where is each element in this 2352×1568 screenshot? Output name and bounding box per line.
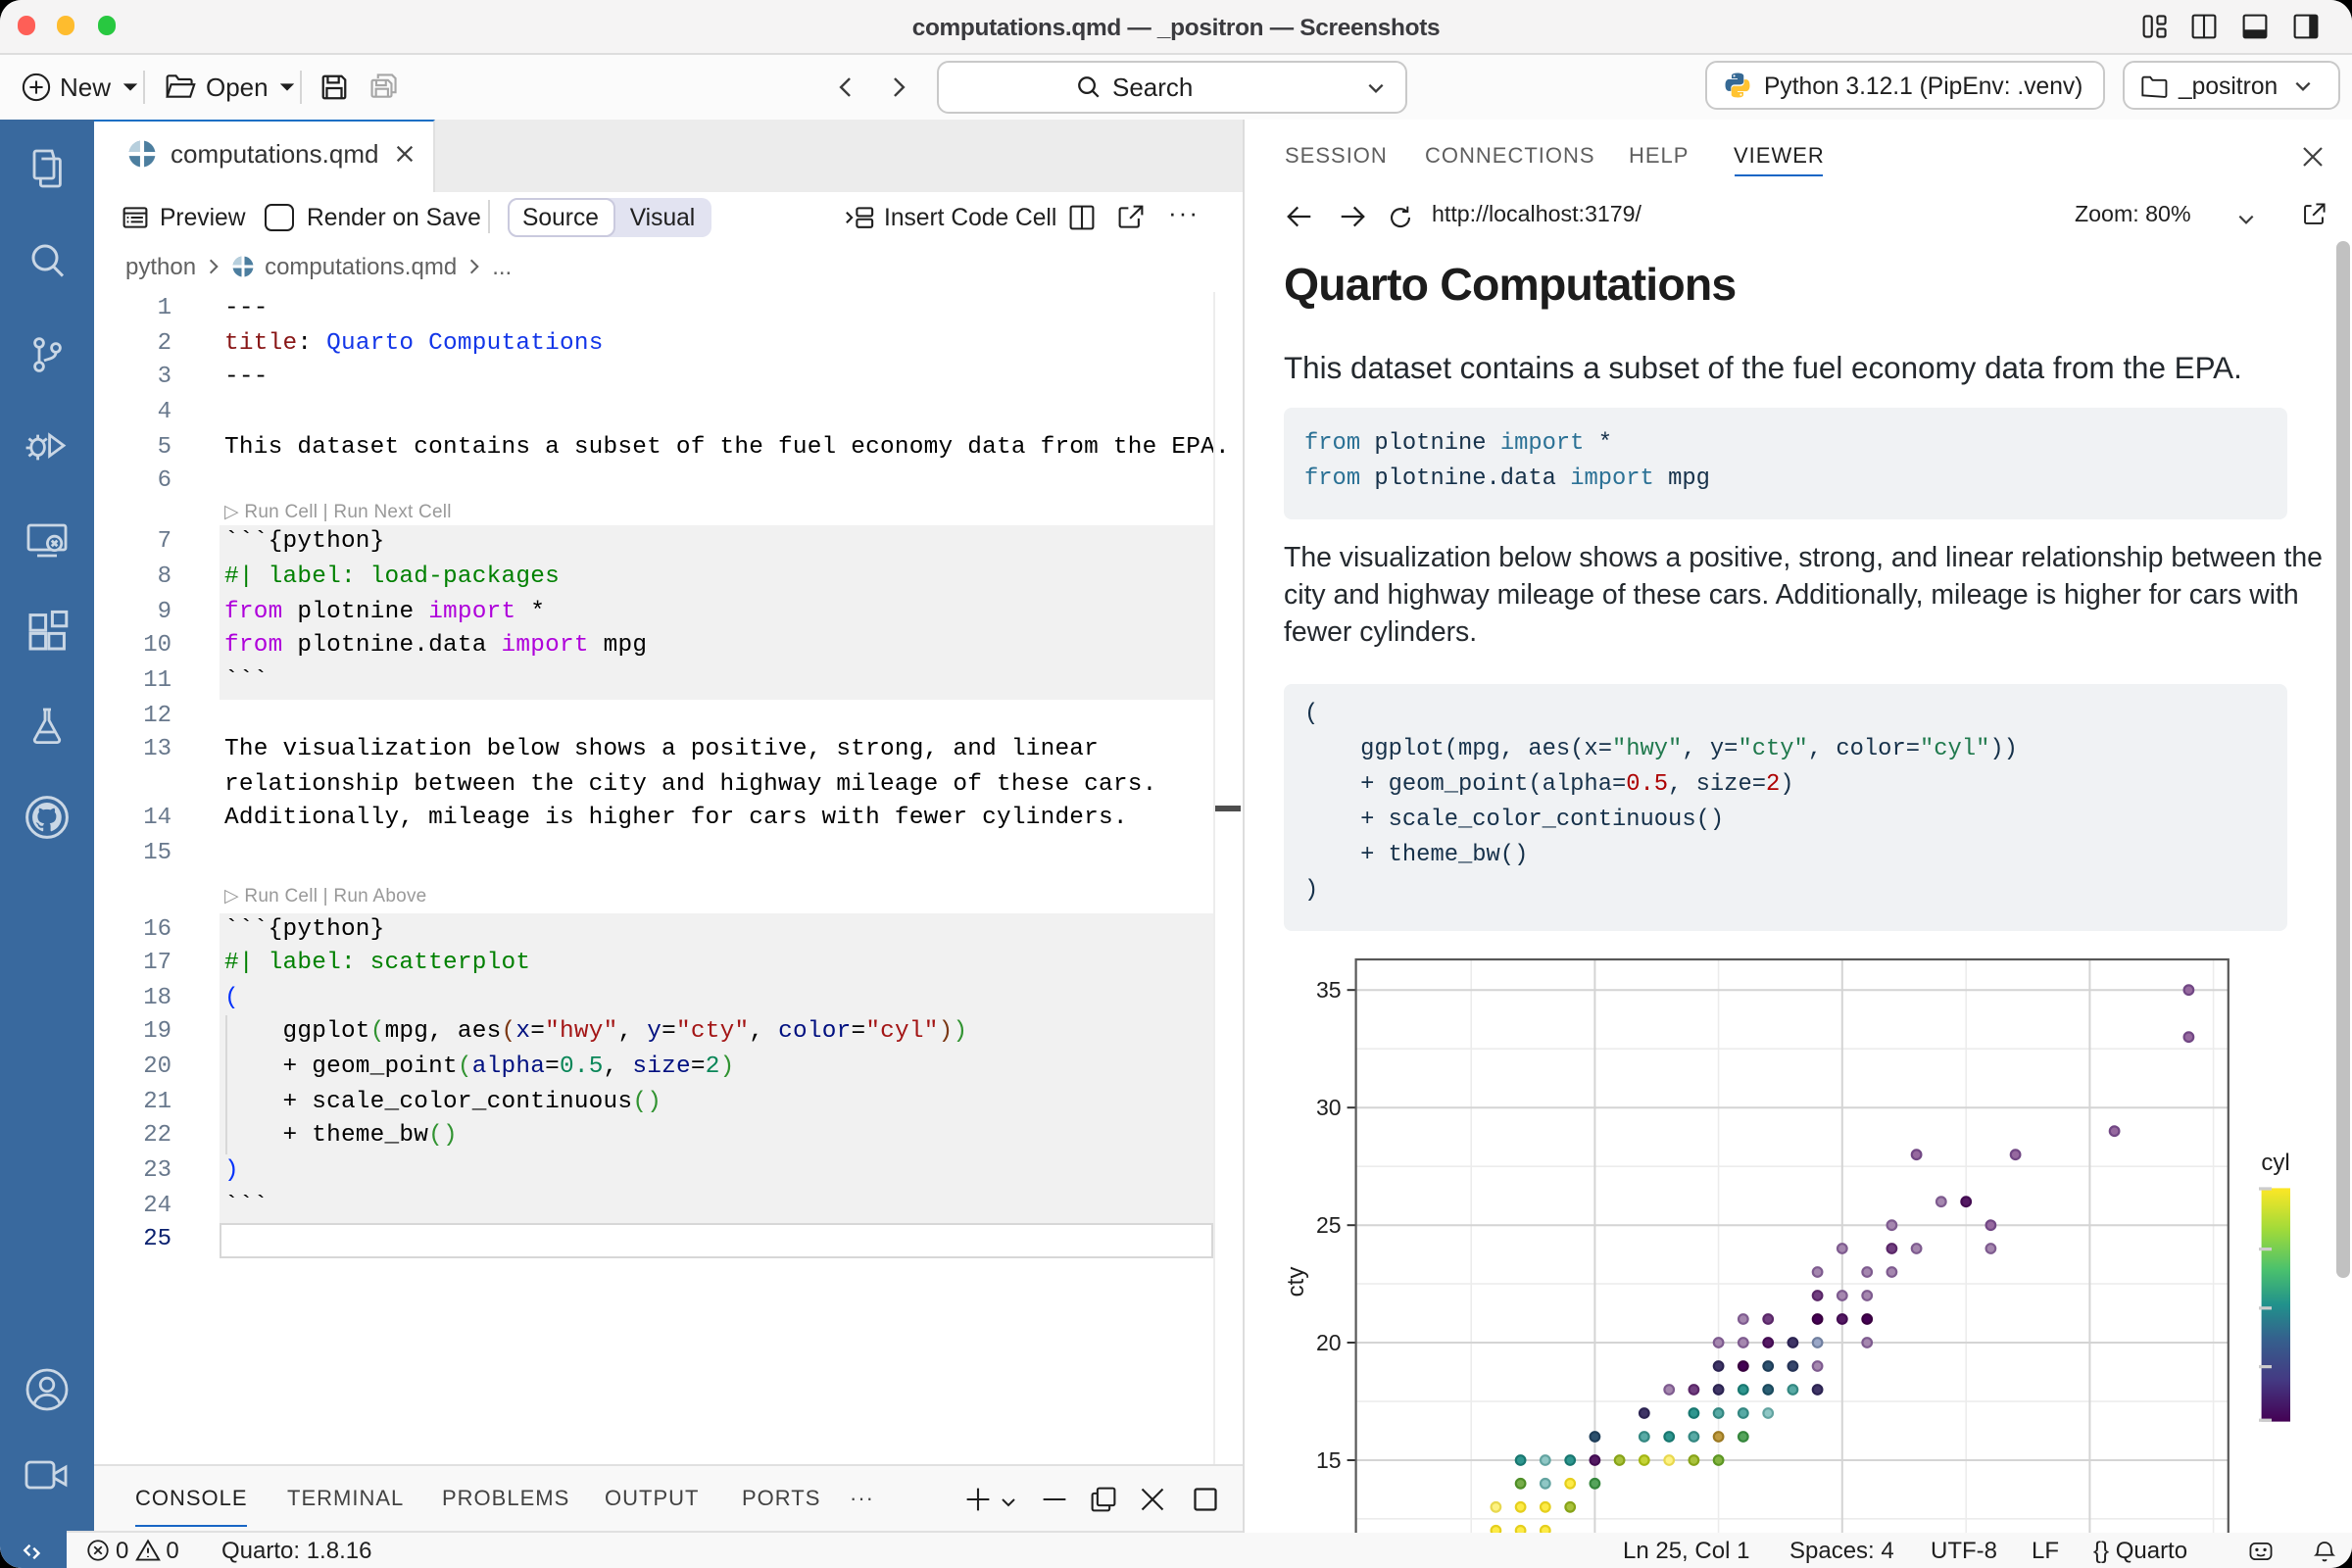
svg-text:30: 30 xyxy=(1315,1094,1341,1119)
svg-text:35: 35 xyxy=(1315,976,1341,1002)
svg-text:cty: cty xyxy=(1282,1266,1308,1297)
svg-text:15: 15 xyxy=(1315,1446,1341,1472)
svg-text:cyl: cyl xyxy=(2260,1149,2288,1175)
svg-text:25: 25 xyxy=(1315,1211,1341,1237)
svg-text:20: 20 xyxy=(1315,1329,1341,1354)
